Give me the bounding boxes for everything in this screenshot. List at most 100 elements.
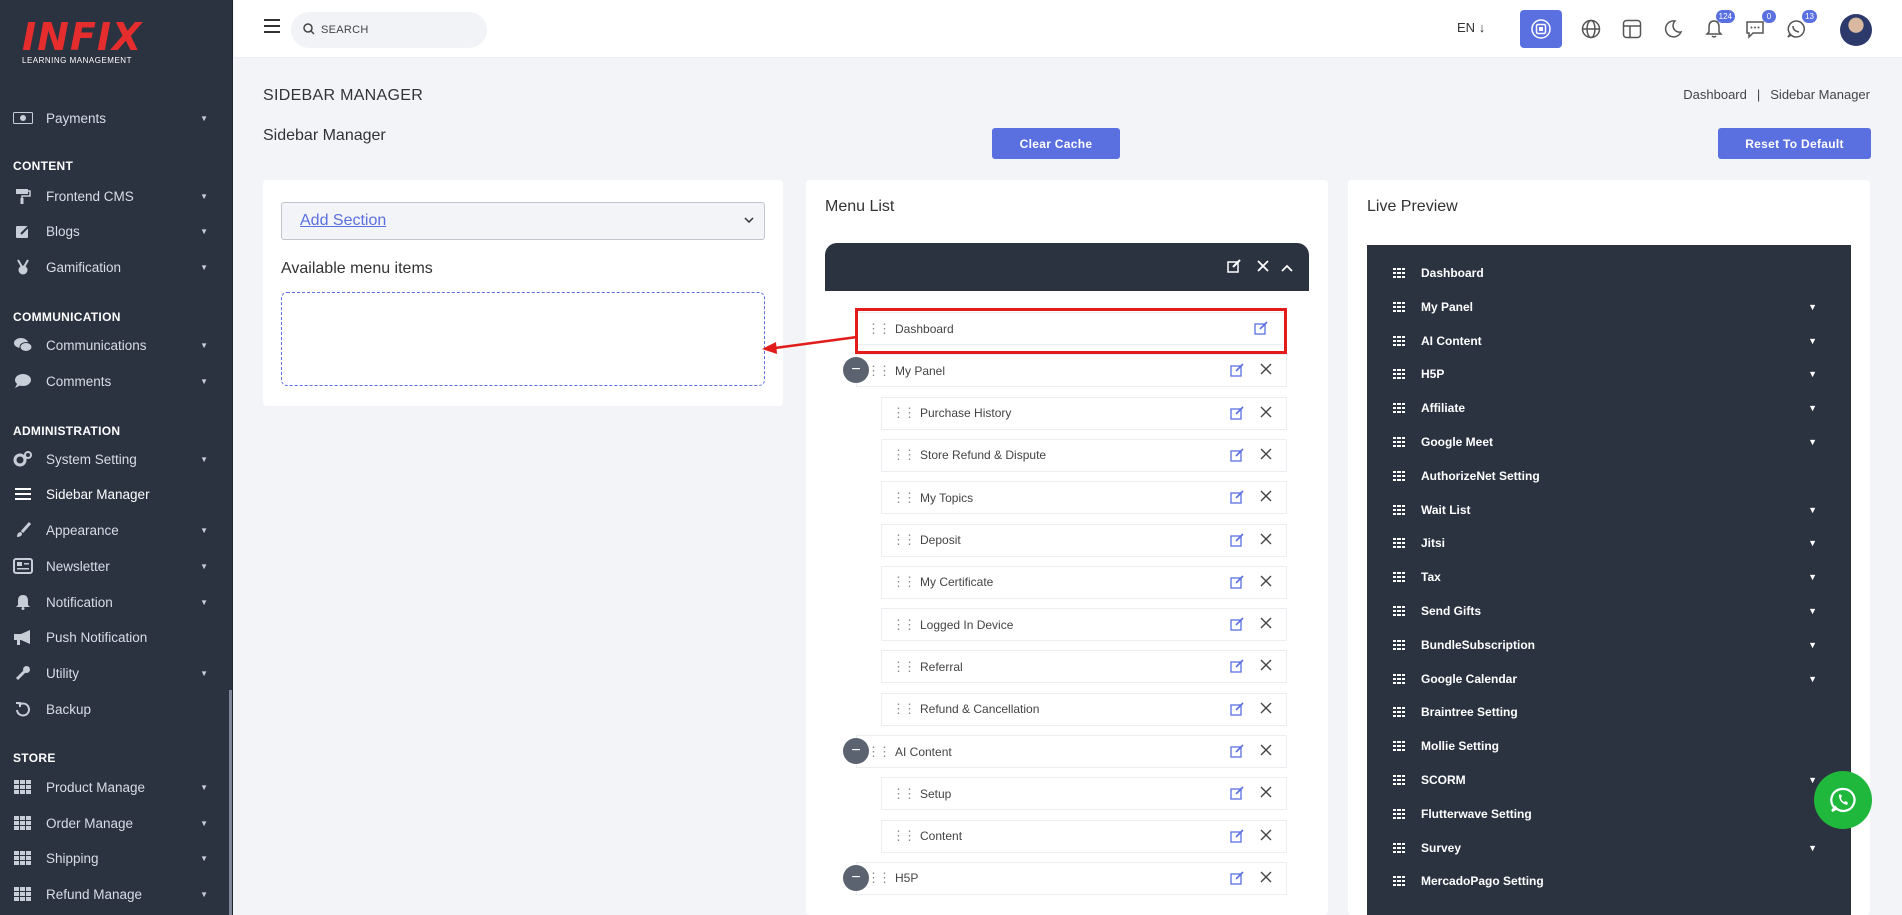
sidebar-item-product-manage[interactable]: Product Manage ▼ bbox=[0, 772, 230, 802]
preview-menu-item[interactable]: Flutterwave Setting bbox=[1367, 800, 1851, 828]
drag-handle-icon[interactable]: ⋮⋮ bbox=[892, 532, 916, 548]
edit-icon[interactable] bbox=[1230, 617, 1244, 634]
sidebar-item-comments[interactable]: Comments ▼ bbox=[0, 366, 230, 396]
preview-menu-item[interactable]: SCORM ▼ bbox=[1367, 766, 1851, 794]
moon-icon[interactable] bbox=[1658, 14, 1688, 44]
close-icon[interactable] bbox=[1260, 871, 1272, 886]
close-icon[interactable] bbox=[1260, 448, 1272, 463]
preview-menu-item[interactable]: BundleSubscription ▼ bbox=[1367, 631, 1851, 659]
menu-list-row[interactable]: ⋮⋮ Deposit bbox=[881, 523, 1287, 557]
menu-list-row[interactable]: ⋮⋮ H5P bbox=[856, 861, 1287, 895]
logo[interactable]: INFIX LEARNING MANAGEMENT bbox=[0, 0, 232, 78]
close-icon[interactable] bbox=[1260, 744, 1272, 759]
drag-handle-icon[interactable]: ⋮⋮ bbox=[892, 828, 916, 844]
language-selector[interactable]: EN ↓ bbox=[1457, 20, 1485, 35]
user-avatar[interactable] bbox=[1840, 14, 1872, 46]
close-icon[interactable] bbox=[1260, 702, 1272, 717]
sidebar-scrollbar[interactable] bbox=[229, 690, 232, 915]
edit-icon[interactable] bbox=[1230, 702, 1244, 719]
whatsapp-chat-button[interactable] bbox=[1814, 771, 1872, 829]
menu-list-row[interactable]: ⋮⋮ My Topics bbox=[881, 481, 1287, 515]
close-icon[interactable] bbox=[1260, 617, 1272, 632]
close-icon[interactable] bbox=[1260, 533, 1272, 548]
layout-icon[interactable] bbox=[1617, 14, 1647, 44]
edit-icon[interactable] bbox=[1230, 744, 1244, 761]
drag-handle-icon[interactable]: ⋮⋮ bbox=[892, 617, 916, 633]
drag-handle-icon[interactable]: ⋮⋮ bbox=[892, 405, 916, 421]
edit-icon[interactable] bbox=[1230, 490, 1244, 507]
whatsapp-header-icon[interactable]: 13 bbox=[1781, 10, 1817, 44]
breadcrumb-dashboard[interactable]: Dashboard bbox=[1683, 87, 1747, 102]
preview-menu-item[interactable]: Affiliate ▼ bbox=[1367, 394, 1851, 422]
menu-list-row[interactable]: ⋮⋮ Referral bbox=[881, 650, 1287, 684]
sidebar-item-notification[interactable]: Notification ▼ bbox=[0, 587, 230, 617]
globe-icon[interactable] bbox=[1576, 14, 1606, 44]
edit-icon[interactable] bbox=[1230, 406, 1244, 423]
drag-handle-icon[interactable]: ⋮⋮ bbox=[867, 870, 891, 886]
close-icon[interactable] bbox=[1260, 829, 1272, 844]
edit-icon[interactable] bbox=[1227, 259, 1241, 276]
menu-list-row[interactable]: ⋮⋮ Logged In Device bbox=[881, 608, 1287, 642]
drag-handle-icon[interactable]: ⋮⋮ bbox=[892, 786, 916, 802]
sidebar-item-system-setting[interactable]: System Setting ▼ bbox=[0, 444, 230, 474]
drag-handle-icon[interactable]: ⋮⋮ bbox=[867, 363, 891, 379]
menu-list-row[interactable]: ⋮⋮ My Certificate bbox=[881, 565, 1287, 599]
preview-menu-item[interactable]: MercadoPago Setting bbox=[1367, 867, 1851, 895]
edit-icon[interactable] bbox=[1230, 786, 1244, 803]
preview-menu-item[interactable]: Braintree Setting bbox=[1367, 698, 1851, 726]
preview-menu-item[interactable]: My Panel ▼ bbox=[1367, 293, 1851, 321]
notifications-bell-icon[interactable]: 124 bbox=[1699, 10, 1735, 44]
sidebar-item-refund-manage[interactable]: Refund Manage ▼ bbox=[0, 879, 230, 909]
preview-menu-item[interactable]: Mollie Setting bbox=[1367, 732, 1851, 760]
preview-menu-item[interactable]: Wait List ▼ bbox=[1367, 496, 1851, 524]
add-section-select[interactable]: Add Section bbox=[281, 202, 765, 240]
messages-icon[interactable]: 0 bbox=[1740, 10, 1776, 44]
sidebar-item-backup[interactable]: Backup bbox=[0, 694, 230, 724]
sidebar-item-blogs[interactable]: Blogs ▼ bbox=[0, 216, 230, 246]
menu-list-row[interactable]: ⋮⋮ Store Refund & Dispute bbox=[881, 438, 1287, 472]
close-icon[interactable] bbox=[1257, 259, 1269, 275]
menu-list-row[interactable]: ⋮⋮ Setup bbox=[881, 777, 1287, 811]
edit-icon[interactable] bbox=[1230, 448, 1244, 465]
edit-icon[interactable] bbox=[1230, 829, 1244, 846]
drag-handle-icon[interactable]: ⋮⋮ bbox=[892, 701, 916, 717]
chevron-up-icon[interactable] bbox=[1281, 259, 1293, 275]
available-items-dropzone[interactable] bbox=[281, 292, 765, 386]
sidebar-item-gamification[interactable]: Gamification ▼ bbox=[0, 252, 230, 282]
menu-list-row[interactable]: ⋮⋮ Content bbox=[881, 819, 1287, 853]
close-icon[interactable] bbox=[1260, 406, 1272, 421]
menu-list-row[interactable]: ⋮⋮ Refund & Cancellation bbox=[881, 692, 1287, 726]
drag-handle-icon[interactable]: ⋮⋮ bbox=[892, 659, 916, 675]
close-icon[interactable] bbox=[1260, 490, 1272, 505]
search-box[interactable] bbox=[291, 12, 487, 48]
preview-menu-item[interactable]: AuthorizeNet Setting bbox=[1367, 462, 1851, 490]
drag-handle-icon[interactable]: ⋮⋮ bbox=[892, 447, 916, 463]
close-icon[interactable] bbox=[1260, 786, 1272, 801]
menu-list-row[interactable]: ⋮⋮ My Panel bbox=[856, 354, 1287, 388]
sidebar-item-order-manage[interactable]: Order Manage ▼ bbox=[0, 808, 230, 838]
preview-menu-item[interactable]: AI Content ▼ bbox=[1367, 327, 1851, 355]
collapse-minus-icon[interactable]: − bbox=[843, 864, 869, 891]
sidebar-item-newsletter[interactable]: Newsletter ▼ bbox=[0, 551, 230, 581]
edit-icon[interactable] bbox=[1230, 363, 1244, 380]
preview-menu-item[interactable]: Google Calendar ▼ bbox=[1367, 665, 1851, 693]
edit-icon[interactable] bbox=[1230, 659, 1244, 676]
preview-menu-item[interactable]: H5P ▼ bbox=[1367, 360, 1851, 388]
sidebar-item-shipping[interactable]: Shipping ▼ bbox=[0, 843, 230, 873]
sidebar-item-push-notification[interactable]: Push Notification bbox=[0, 622, 230, 652]
collapse-minus-icon[interactable]: − bbox=[843, 738, 869, 764]
drag-handle-icon[interactable]: ⋮⋮ bbox=[892, 574, 916, 590]
sidebar-item-utility[interactable]: Utility ▼ bbox=[0, 658, 230, 688]
sidebar-item-frontend-cms[interactable]: Frontend CMS ▼ bbox=[0, 181, 230, 211]
close-icon[interactable] bbox=[1260, 659, 1272, 674]
preview-menu-item[interactable]: Tax ▼ bbox=[1367, 563, 1851, 591]
preview-menu-item[interactable]: Send Gifts ▼ bbox=[1367, 597, 1851, 625]
edit-icon[interactable] bbox=[1230, 871, 1244, 888]
chip-icon[interactable] bbox=[1520, 10, 1562, 48]
reset-to-default-button[interactable]: Reset To Default bbox=[1718, 128, 1871, 159]
menu-list-row[interactable]: ⋮⋮ Purchase History bbox=[881, 396, 1287, 430]
edit-icon[interactable] bbox=[1230, 532, 1244, 550]
preview-menu-item[interactable]: Dashboard bbox=[1367, 259, 1851, 287]
edit-icon[interactable] bbox=[1230, 575, 1244, 592]
sidebar-item-communications[interactable]: Communications ▼ bbox=[0, 330, 230, 360]
